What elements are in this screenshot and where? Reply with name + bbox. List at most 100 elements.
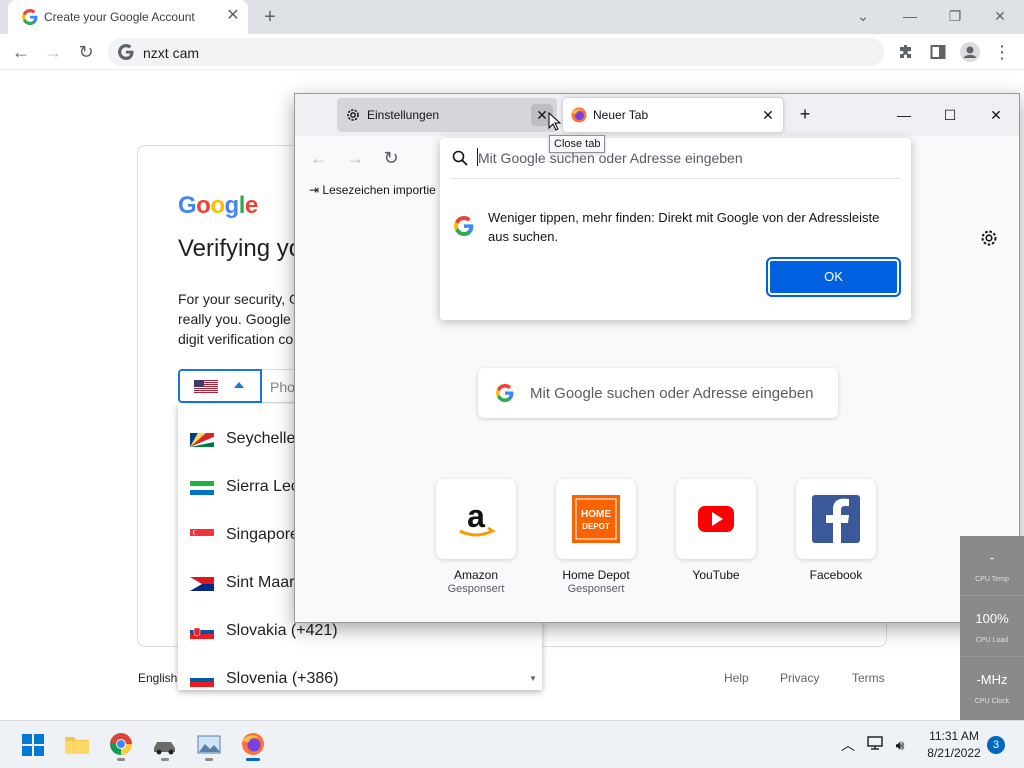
- tab-settings[interactable]: Einstellungen ✕: [337, 98, 557, 132]
- clock-date[interactable]: 8/21/2022: [910, 746, 998, 760]
- reload-icon[interactable]: ↻: [73, 39, 99, 65]
- youtube-logo-icon: [676, 479, 756, 559]
- file-explorer-button[interactable]: [60, 729, 94, 761]
- slovenia-flag-icon: [190, 673, 214, 687]
- tile-sponsored: Gesponsert: [567, 583, 625, 595]
- tile-sponsored: Gesponsert: [447, 583, 505, 595]
- chrome-tab-google-account[interactable]: Create your Google Account ✕: [8, 0, 248, 34]
- onboarding-message: Weniger tippen, mehr finden: Direkt mit …: [488, 210, 880, 244]
- list-item-country[interactable]: Slovenia (+386): [178, 656, 526, 690]
- cpu-temp-value: -: [989, 550, 995, 565]
- chrome-tab-strip: Create your Google Account ✕ + ⌄ — ❐ ✕: [0, 0, 1024, 34]
- phone-placeholder: Pho: [270, 379, 295, 395]
- google-g-icon: [118, 44, 134, 60]
- google-g-icon: [496, 384, 514, 402]
- google-g-icon: [454, 216, 474, 236]
- tab-new-tab[interactable]: Neuer Tab ✕: [563, 98, 783, 132]
- taskbar: ︿ 🔊︎ 11:31 AM 8/21/2022 3: [0, 720, 1024, 768]
- omnibox[interactable]: nzxt cam: [108, 38, 884, 66]
- close-window-button[interactable]: ✕: [980, 4, 1020, 28]
- cpu-load-cell: 100% CPU Load: [960, 597, 1024, 657]
- extensions-puzzle-icon[interactable]: [893, 39, 919, 65]
- google-logo: Google: [178, 192, 258, 219]
- omnibox-text: nzxt cam: [143, 45, 200, 61]
- cpu-clock-cell: -MHz CPU Clock: [960, 658, 1024, 718]
- divider: [450, 178, 901, 179]
- reload-icon[interactable]: ↻: [379, 146, 403, 170]
- cpu-temp-label: CPU Temp: [975, 576, 1009, 583]
- restore-button[interactable]: ❐: [935, 4, 975, 28]
- firefox-logo-icon: [242, 733, 264, 755]
- chevron-up-icon[interactable]: ︿: [838, 735, 858, 755]
- language-selector[interactable]: English: [138, 671, 177, 685]
- windows-logo-icon: [22, 734, 44, 756]
- ok-button[interactable]: OK: [766, 257, 901, 297]
- back-arrow-icon[interactable]: ←: [8, 39, 34, 65]
- close-icon[interactable]: ✕: [224, 7, 242, 25]
- us-flag-icon: [194, 380, 218, 393]
- country-code-select[interactable]: [178, 369, 262, 403]
- gear-icon[interactable]: [979, 228, 999, 248]
- close-tab-icon[interactable]: ✕: [757, 104, 779, 126]
- volume-icon[interactable]: 🔊︎: [890, 735, 910, 755]
- help-link[interactable]: Help: [724, 671, 749, 685]
- clock-time[interactable]: 11:31 AM: [910, 729, 998, 743]
- running-indicator: [246, 758, 260, 761]
- forward-arrow-icon[interactable]: →: [343, 146, 367, 170]
- nzxt-cam-taskbar-button[interactable]: [148, 729, 182, 761]
- back-arrow-icon[interactable]: ←: [307, 146, 331, 170]
- close-window-button[interactable]: ✕: [981, 102, 1011, 128]
- svg-text:a: a: [467, 498, 485, 534]
- google-g-icon: [22, 9, 38, 25]
- security-text-line-1: For your security, G: [178, 291, 300, 307]
- network-icon[interactable]: [865, 735, 885, 755]
- tile-label: Facebook: [809, 568, 863, 582]
- car-icon: [154, 742, 175, 755]
- tile-label: Amazon: [453, 568, 499, 582]
- sierra-leone-flag-icon: [190, 481, 214, 495]
- tab-label: Neuer Tab: [593, 108, 649, 122]
- slovakia-flag-icon: [190, 625, 214, 639]
- tab-label: Einstellungen: [367, 108, 440, 122]
- country-name: Singapore: [226, 526, 299, 543]
- import-bookmarks-button[interactable]: ⇥ Lesezeichen importie: [309, 183, 436, 197]
- profile-avatar-icon[interactable]: [957, 39, 983, 65]
- country-name: Slovakia (+421): [226, 622, 338, 639]
- cpu-clock-label: CPU Clock: [974, 698, 1010, 705]
- chrome-toolbar: ← → ↻ nzxt cam ⋮: [0, 34, 1024, 70]
- minimize-button[interactable]: —: [890, 4, 930, 28]
- mouse-cursor-icon: [548, 112, 562, 131]
- new-tab-button[interactable]: +: [795, 104, 815, 124]
- cpu-temp-cell: - CPU Temp: [960, 536, 1024, 596]
- side-panel-icon[interactable]: [925, 39, 951, 65]
- country-name: Slovenia (+386): [226, 670, 339, 687]
- kebab-menu-icon[interactable]: ⋮: [989, 39, 1015, 65]
- new-tab-button[interactable]: +: [258, 6, 282, 28]
- minimize-button[interactable]: —: [889, 102, 919, 128]
- facebook-logo-icon: [796, 479, 876, 559]
- folder-icon: [65, 737, 89, 754]
- forward-arrow-icon[interactable]: →: [40, 39, 66, 65]
- svg-text:DEPOT: DEPOT: [582, 522, 610, 531]
- notification-badge[interactable]: 3: [987, 736, 1005, 754]
- tile-label: Home Depot: [562, 568, 630, 582]
- chrome-taskbar-button[interactable]: [104, 729, 138, 761]
- firefox-taskbar-button[interactable]: [236, 729, 270, 761]
- chevron-down-icon[interactable]: ⌄: [843, 4, 883, 28]
- new-tab-search-box[interactable]: Mit Google suchen oder Adresse eingeben: [478, 368, 838, 418]
- scroll-down-arrow-icon[interactable]: ▼: [527, 674, 539, 686]
- firefox-tab-strip: Einstellungen ✕ Neuer Tab ✕ + — ☐ ✕: [295, 94, 1019, 136]
- maximize-button[interactable]: ☐: [935, 102, 965, 128]
- running-indicator: [161, 758, 169, 761]
- terms-link[interactable]: Terms: [852, 671, 885, 685]
- security-text-line-3: digit verification co: [178, 331, 294, 347]
- image-viewer-icon: [197, 735, 221, 754]
- urlbar-input[interactable]: Mit Google suchen oder Adresse eingeben: [478, 150, 743, 166]
- close-tab-tooltip: Close tab: [549, 135, 606, 153]
- search-placeholder: Mit Google suchen oder Adresse eingeben: [530, 385, 814, 402]
- start-button[interactable]: [16, 729, 50, 761]
- search-icon: [452, 150, 468, 166]
- sint-maarten-flag-icon: [190, 577, 214, 591]
- privacy-link[interactable]: Privacy: [780, 671, 819, 685]
- photos-taskbar-button[interactable]: [192, 729, 226, 761]
